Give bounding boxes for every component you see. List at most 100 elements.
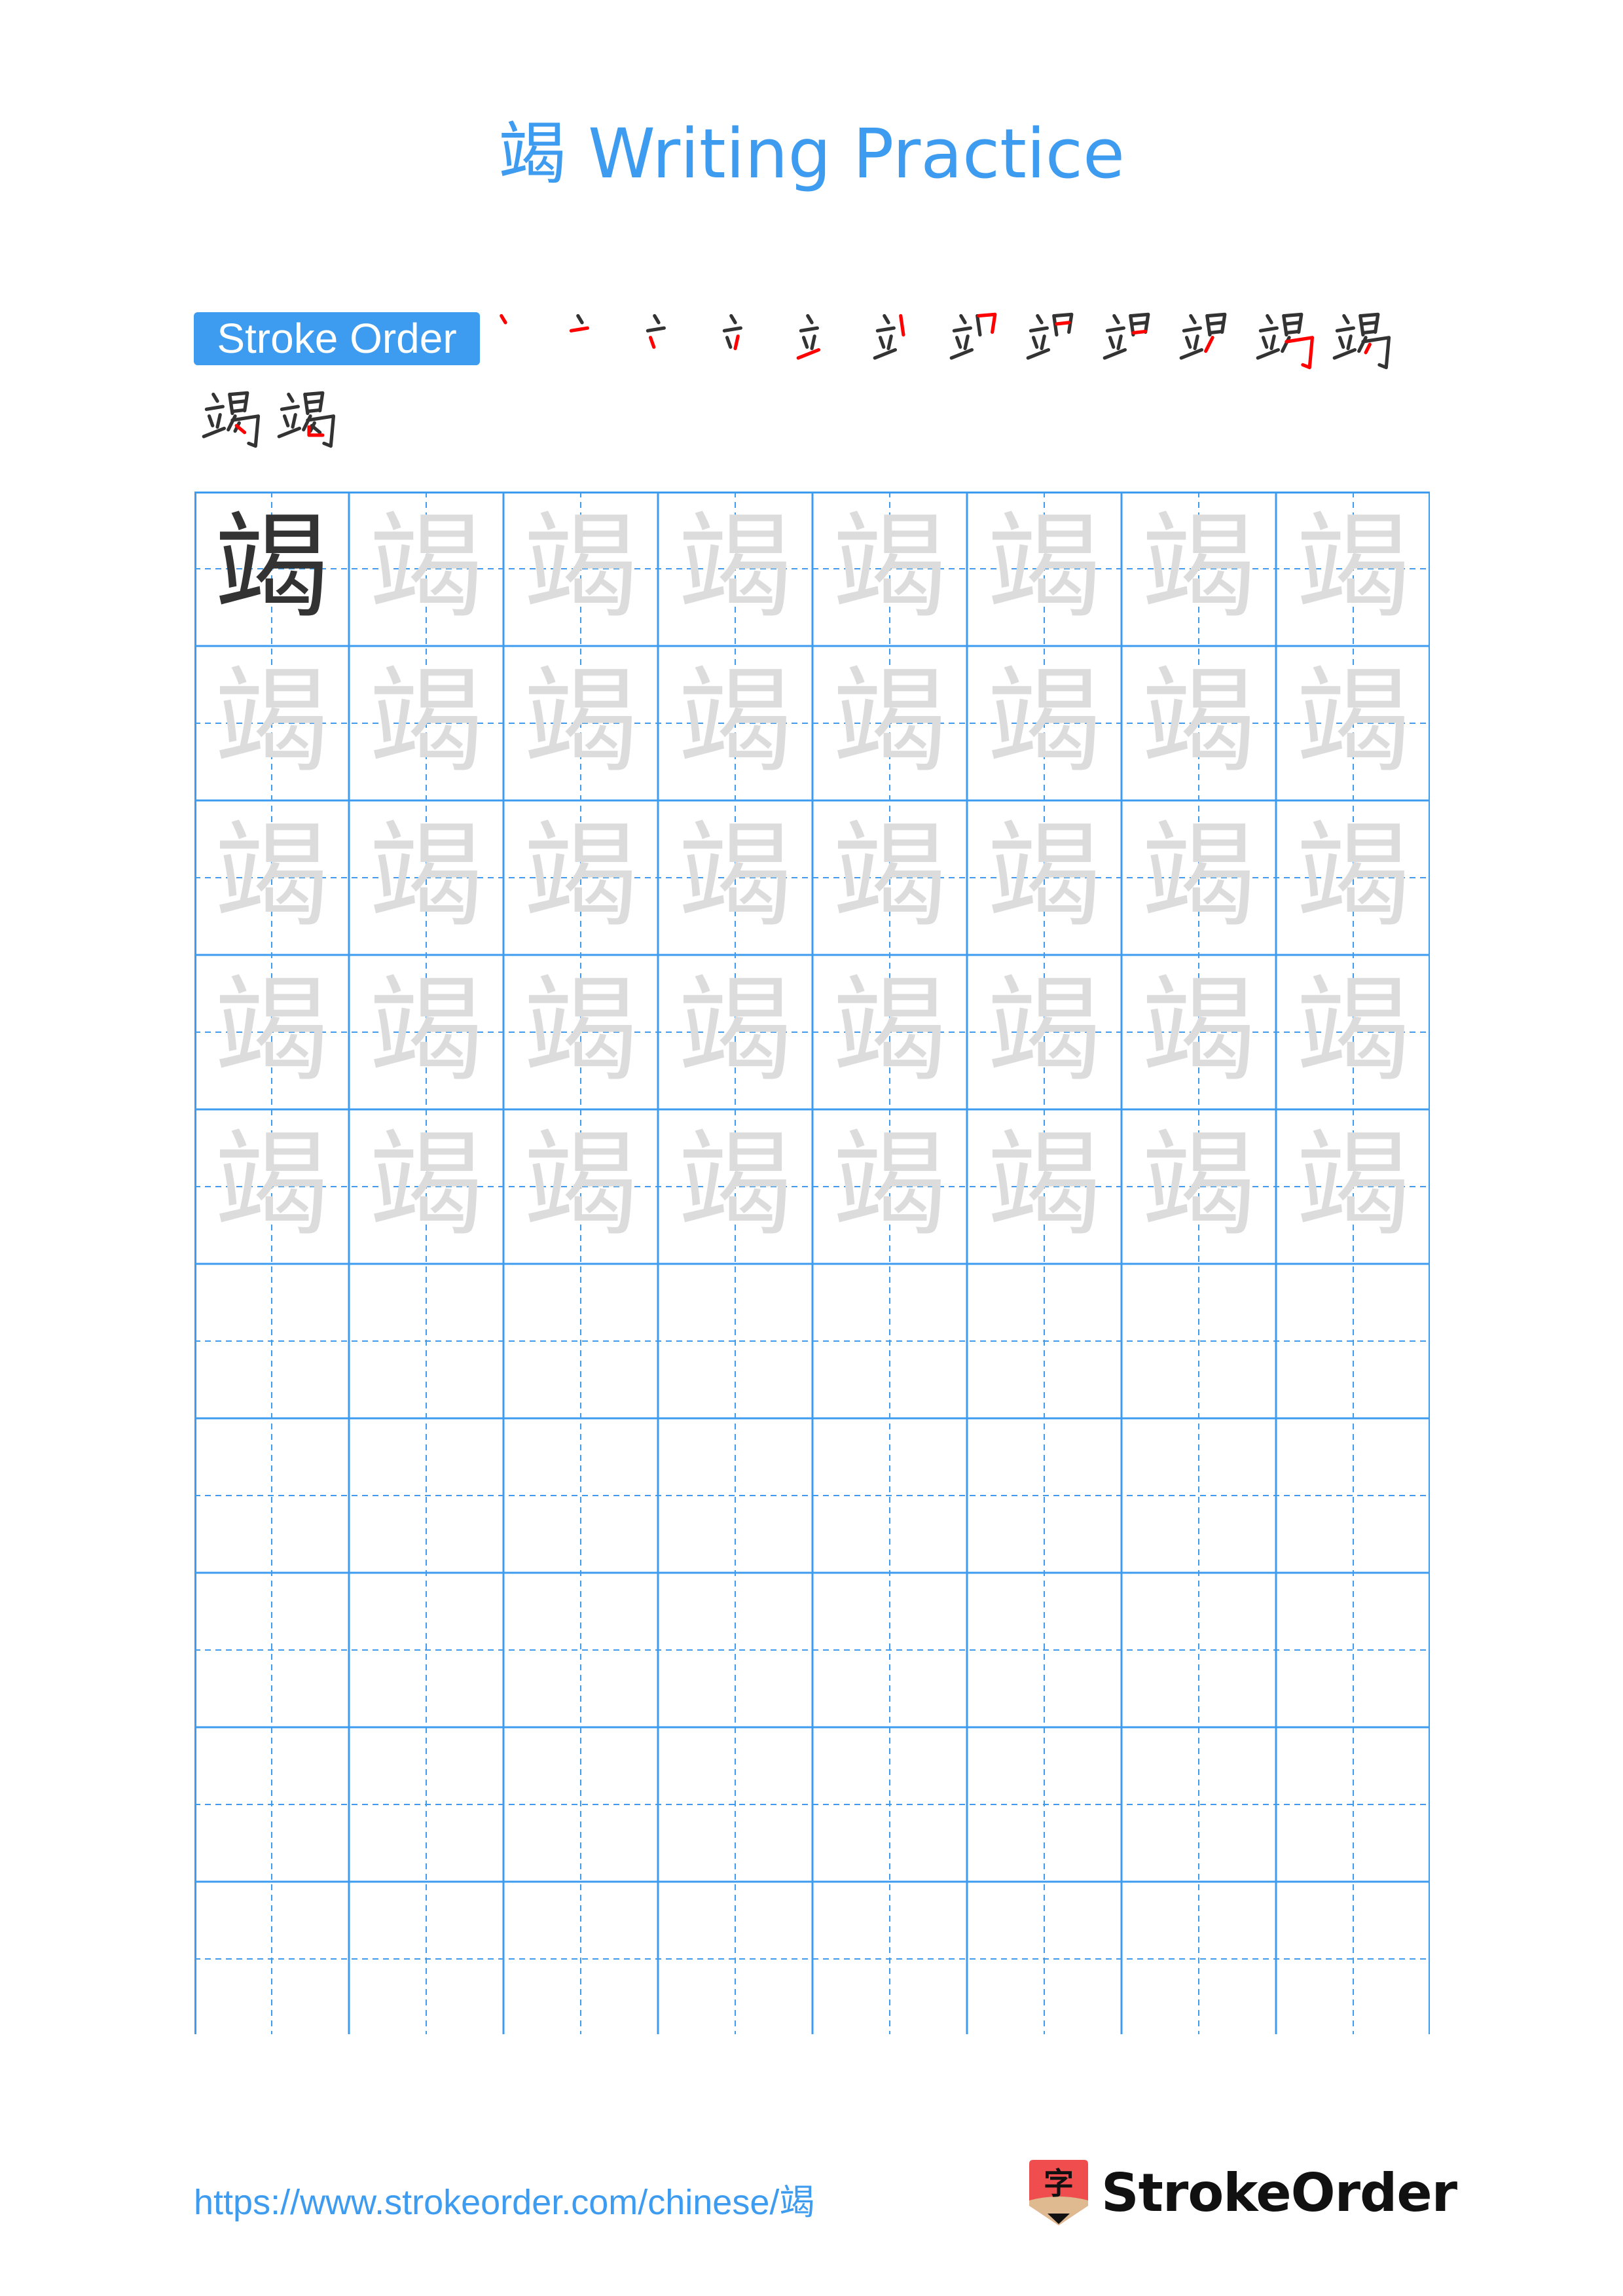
stroke-2 (1105, 326, 1125, 332)
practice-cell[interactable]: 竭 (967, 955, 1122, 1109)
practice-cell[interactable]: 竭 (658, 800, 812, 955)
practice-cell[interactable] (194, 1727, 349, 1882)
stroke-3 (725, 336, 733, 349)
practice-cell[interactable]: 竭 (812, 492, 967, 646)
practice-cell[interactable] (658, 1264, 812, 1418)
practice-cell[interactable] (503, 1264, 658, 1418)
stroke-4 (886, 334, 893, 350)
stroke-step-10 (1177, 308, 1245, 376)
stroke-step-11 (1254, 308, 1322, 376)
stroke-1 (959, 314, 967, 325)
stroke-1 (211, 392, 219, 403)
practice-cell[interactable] (658, 1573, 812, 1727)
practice-cell[interactable]: 竭 (1276, 955, 1431, 1109)
practice-cell[interactable]: 竭 (349, 1109, 503, 1264)
practice-cell[interactable]: 竭 (194, 646, 349, 800)
practice-cell[interactable] (194, 1882, 349, 2036)
practice-cell[interactable] (503, 1573, 658, 1727)
practice-cell[interactable]: 竭 (1122, 955, 1276, 1109)
practice-cell[interactable] (194, 1264, 349, 1418)
practice-cell[interactable]: 竭 (658, 492, 812, 646)
stroke-3 (1031, 336, 1039, 349)
stroke-step-6 (871, 308, 939, 376)
source-url-link[interactable]: https://www.strokeorder.com/chinese/竭 (194, 2179, 814, 2225)
practice-cell[interactable]: 竭 (1276, 800, 1431, 955)
practice-cell[interactable] (1276, 1573, 1431, 1727)
trace-character: 竭 (831, 963, 947, 1098)
practice-cell[interactable]: 竭 (349, 492, 503, 646)
practice-cell[interactable] (503, 1727, 658, 1882)
practice-cell[interactable] (967, 1418, 1122, 1573)
practice-cell[interactable] (503, 1418, 658, 1573)
practice-cell[interactable] (1276, 1882, 1431, 2036)
practice-cell[interactable] (349, 1727, 503, 1882)
practice-cell[interactable]: 竭 (503, 1109, 658, 1264)
practice-cell[interactable] (1122, 1264, 1276, 1418)
practice-cell[interactable]: 竭 (1276, 1109, 1431, 1264)
practice-cell[interactable]: 竭 (658, 1109, 812, 1264)
practice-cell[interactable]: 竭 (812, 800, 967, 955)
practice-cell[interactable]: 竭 (1122, 646, 1276, 800)
trace-character: 竭 (677, 655, 793, 789)
practice-cell[interactable]: 竭 (194, 492, 349, 646)
practice-cell[interactable] (1276, 1418, 1431, 1573)
practice-cell[interactable]: 竭 (1122, 1109, 1276, 1264)
practice-cell[interactable] (812, 1418, 967, 1573)
practice-cell[interactable] (349, 1264, 503, 1418)
practice-cell[interactable] (1122, 1727, 1276, 1882)
practice-cell[interactable] (194, 1573, 349, 1727)
practice-cell[interactable]: 竭 (1276, 646, 1431, 800)
practice-cell[interactable]: 竭 (194, 1109, 349, 1264)
practice-cell[interactable] (1122, 1418, 1276, 1573)
practice-cell[interactable] (658, 1882, 812, 2036)
practice-cell[interactable]: 竭 (967, 646, 1122, 800)
practice-cell[interactable] (194, 1418, 349, 1573)
practice-cell[interactable] (812, 1727, 967, 1882)
practice-cell[interactable]: 竭 (967, 1109, 1122, 1264)
stroke-4 (1116, 334, 1123, 350)
practice-cell[interactable] (812, 1264, 967, 1418)
practice-cell[interactable] (658, 1418, 812, 1573)
practice-cell[interactable]: 竭 (503, 800, 658, 955)
practice-cell[interactable] (349, 1573, 503, 1727)
practice-cell[interactable]: 竭 (967, 800, 1122, 955)
practice-cell[interactable]: 竭 (503, 646, 658, 800)
trace-character: 竭 (831, 500, 947, 634)
stroke-6 (976, 314, 982, 337)
trace-character: 竭 (368, 963, 484, 1098)
practice-cell[interactable]: 竭 (349, 646, 503, 800)
practice-cell[interactable]: 竭 (658, 955, 812, 1109)
practice-cell[interactable] (1122, 1882, 1276, 2036)
practice-cell[interactable] (658, 1727, 812, 1882)
practice-cell[interactable]: 竭 (658, 646, 812, 800)
practice-cell[interactable] (812, 1573, 967, 1727)
stroke-1 (806, 314, 814, 325)
practice-cell[interactable] (349, 1882, 503, 2036)
practice-cell[interactable] (967, 1264, 1122, 1418)
practice-cell[interactable]: 竭 (812, 955, 967, 1109)
practice-cell[interactable] (967, 1882, 1122, 2036)
practice-cell[interactable]: 竭 (967, 492, 1122, 646)
practice-cell[interactable]: 竭 (503, 492, 658, 646)
practice-cell[interactable] (349, 1418, 503, 1573)
stroke-step-1 (488, 308, 556, 376)
practice-cell[interactable] (812, 1882, 967, 2036)
practice-cell[interactable]: 竭 (812, 646, 967, 800)
practice-cell[interactable]: 竭 (349, 955, 503, 1109)
practice-cell[interactable]: 竭 (1276, 492, 1431, 646)
practice-cell[interactable]: 竭 (1122, 492, 1276, 646)
trace-character: 竭 (213, 655, 329, 789)
practice-cell[interactable]: 竭 (349, 800, 503, 955)
practice-cell[interactable]: 竭 (194, 800, 349, 955)
trace-character: 竭 (1140, 809, 1256, 943)
practice-cell[interactable] (1276, 1264, 1431, 1418)
practice-cell[interactable] (503, 1882, 658, 2036)
practice-cell[interactable] (1276, 1727, 1431, 1882)
practice-cell[interactable]: 竭 (812, 1109, 967, 1264)
practice-cell[interactable] (1122, 1573, 1276, 1727)
practice-cell[interactable]: 竭 (503, 955, 658, 1109)
practice-cell[interactable] (967, 1573, 1122, 1727)
practice-cell[interactable]: 竭 (1122, 800, 1276, 955)
practice-cell[interactable] (967, 1727, 1122, 1882)
practice-cell[interactable]: 竭 (194, 955, 349, 1109)
